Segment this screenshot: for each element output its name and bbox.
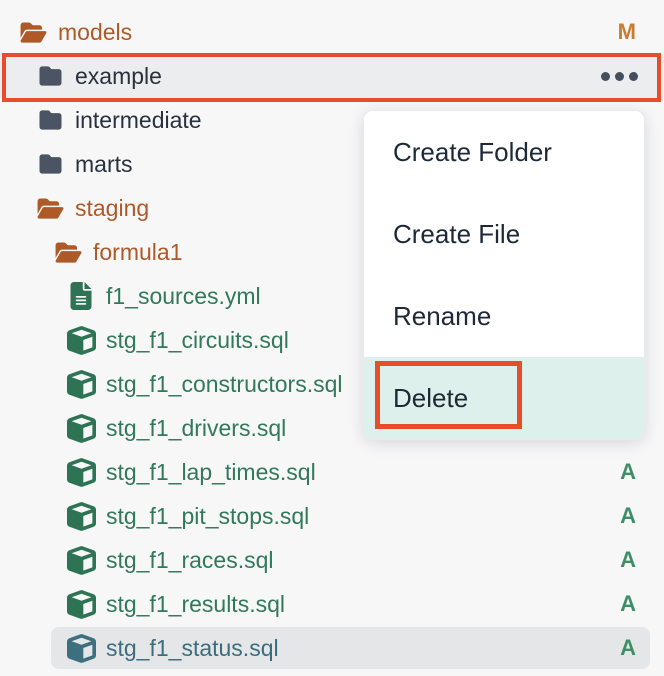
tree-item-label: stg_f1_pit_stops.sql [106, 503, 309, 530]
folder-closed-icon [35, 153, 65, 175]
git-status-badge: A [620, 635, 636, 661]
folder-open-icon [35, 197, 65, 220]
folder-closed-icon [35, 109, 65, 131]
menu-item-label: Create File [393, 219, 520, 250]
tree-item-example[interactable]: example [0, 54, 664, 98]
model-cube-icon [66, 458, 96, 487]
model-cube-icon [66, 546, 96, 575]
ellipsis-menu-icon[interactable] [601, 72, 638, 81]
tree-item-label: f1_sources.yml [106, 283, 261, 310]
model-cube-icon [66, 502, 96, 531]
tree-item-label: formula1 [93, 239, 182, 266]
menu-item-create-folder[interactable]: Create Folder [364, 111, 644, 193]
git-status-badge: A [620, 547, 636, 573]
menu-item-create-file[interactable]: Create File [364, 193, 644, 275]
tree-item-label: stg_f1_results.sql [106, 591, 285, 618]
file-explorer-panel: { "colors": { "background": "#f7f7f8", "… [0, 0, 664, 676]
model-cube-icon [66, 590, 96, 619]
tree-item-label: staging [75, 195, 149, 222]
folder-closed-icon [35, 65, 65, 87]
tree-item-label: stg_f1_constructors.sql [106, 371, 343, 398]
git-status-badge: M [618, 19, 636, 45]
tree-item-stg_f1_pit_stops.sql[interactable]: stg_f1_pit_stops.sql A [0, 494, 664, 538]
context-menu: Create Folder Create File Rename Delete [363, 110, 645, 440]
git-status-badge: A [620, 459, 636, 485]
yaml-file-icon [66, 282, 96, 310]
menu-item-label: Delete [393, 383, 468, 414]
tree-item-label: stg_f1_drivers.sql [106, 415, 286, 442]
tree-item-label: stg_f1_lap_times.sql [106, 459, 316, 486]
model-cube-icon [66, 370, 96, 399]
model-cube-icon [66, 634, 96, 663]
tree-item-label: stg_f1_status.sql [106, 635, 279, 662]
tree-item-label: intermediate [75, 107, 202, 134]
git-status-badge: A [620, 591, 636, 617]
tree-item-stg_f1_status.sql[interactable]: stg_f1_status.sql A [0, 626, 664, 670]
menu-item-delete[interactable]: Delete [364, 357, 644, 439]
folder-open-icon [18, 21, 48, 44]
model-cube-icon [66, 326, 96, 355]
tree-item-models[interactable]: models M [0, 10, 664, 54]
tree-item-stg_f1_races.sql[interactable]: stg_f1_races.sql A [0, 538, 664, 582]
menu-item-label: Create Folder [393, 137, 552, 168]
tree-item-label: marts [75, 151, 133, 178]
menu-item-rename[interactable]: Rename [364, 275, 644, 357]
tree-item-stg_f1_lap_times.sql[interactable]: stg_f1_lap_times.sql A [0, 450, 664, 494]
folder-open-icon [53, 241, 83, 264]
tree-item-stg_f1_results.sql[interactable]: stg_f1_results.sql A [0, 582, 664, 626]
tree-item-label: stg_f1_races.sql [106, 547, 273, 574]
menu-item-label: Rename [393, 301, 491, 332]
tree-item-label: stg_f1_circuits.sql [106, 327, 289, 354]
tree-item-label: models [58, 19, 132, 46]
model-cube-icon [66, 414, 96, 443]
tree-item-label: example [75, 63, 162, 90]
git-status-badge: A [620, 503, 636, 529]
